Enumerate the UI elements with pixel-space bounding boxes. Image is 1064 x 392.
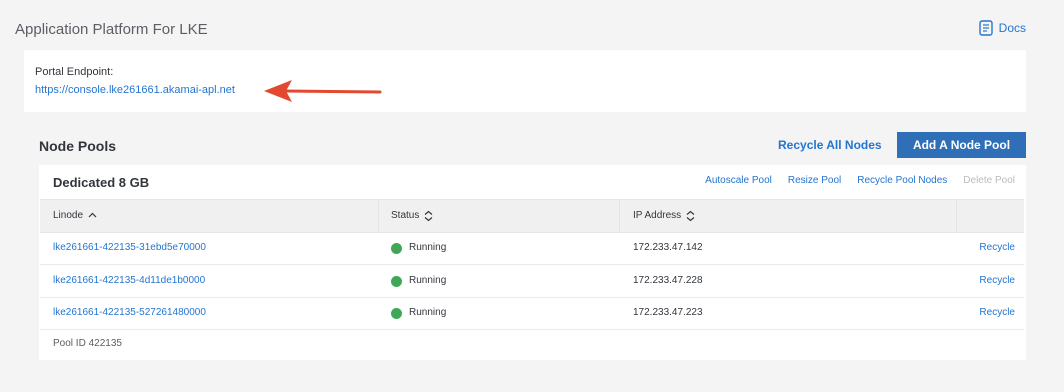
column-header-status[interactable]: Status <box>391 200 433 232</box>
add-node-pool-button[interactable]: Add A Node Pool <box>897 132 1026 158</box>
recycle-node-button[interactable]: Recycle <box>979 232 1015 264</box>
pool-actions: Autoscale Pool Resize Pool Recycle Pool … <box>705 175 1015 186</box>
recycle-all-nodes-button[interactable]: Recycle All Nodes <box>778 138 882 152</box>
status-running-icon <box>391 307 402 319</box>
pool-id: Pool ID 422135 <box>53 338 122 349</box>
status-cell: Running <box>391 297 446 329</box>
docs-link[interactable]: Docs <box>978 20 1026 36</box>
resize-pool-button[interactable]: Resize Pool <box>788 175 841 186</box>
column-divider <box>619 200 620 232</box>
column-header-linode[interactable]: Linode <box>53 200 97 232</box>
table-row: lke261661-422135-4d11de1b0000 Running 17… <box>40 265 1024 298</box>
linode-link[interactable]: lke261661-422135-4d11de1b0000 <box>53 265 205 297</box>
column-label-status: Status <box>391 210 420 221</box>
pool-name: Dedicated 8 GB <box>53 175 150 190</box>
portal-endpoint-link[interactable]: https://console.lke261661.akamai-apl.net <box>35 84 235 96</box>
column-header-ip-address[interactable]: IP Address <box>633 200 695 232</box>
linode-link[interactable]: lke261661-422135-527261480000 <box>53 297 206 329</box>
column-label-linode: Linode <box>53 210 84 221</box>
status-cell: Running <box>391 265 446 297</box>
node-pool-card: Dedicated 8 GB Autoscale Pool Resize Poo… <box>39 165 1026 360</box>
status-text: Running <box>409 275 447 286</box>
node-pools-title: Node Pools <box>39 138 117 154</box>
app-platform-title: Application Platform For LKE <box>15 21 208 38</box>
docs-icon <box>978 20 993 36</box>
annotation-arrow-icon <box>264 80 382 102</box>
recycle-node-button[interactable]: Recycle <box>979 297 1015 329</box>
sort-icon <box>686 210 695 222</box>
column-divider <box>378 200 379 232</box>
autoscale-pool-button[interactable]: Autoscale Pool <box>705 175 772 186</box>
table-row: lke261661-422135-31ebd5e70000 Running 17… <box>40 232 1024 265</box>
status-running-icon <box>391 242 402 254</box>
status-text: Running <box>409 242 447 253</box>
table-row: lke261661-422135-527261480000 Running 17… <box>40 297 1024 330</box>
status-running-icon <box>391 275 402 287</box>
column-divider <box>956 200 957 232</box>
docs-label: Docs <box>998 21 1026 35</box>
recycle-node-button[interactable]: Recycle <box>979 265 1015 297</box>
table-header: Linode Status IP Address <box>40 199 1024 233</box>
status-text: Running <box>409 307 447 318</box>
ip-address: 172.233.47.142 <box>633 242 703 253</box>
delete-pool-button: Delete Pool <box>963 175 1015 186</box>
ip-address: 172.233.47.223 <box>633 307 703 318</box>
column-label-ip-address: IP Address <box>633 210 682 221</box>
status-cell: Running <box>391 232 446 264</box>
linode-link[interactable]: lke261661-422135-31ebd5e70000 <box>53 232 206 264</box>
sort-ascending-icon <box>88 212 97 218</box>
portal-endpoint-panel <box>24 50 1026 112</box>
sort-icon <box>424 210 433 222</box>
recycle-pool-nodes-button[interactable]: Recycle Pool Nodes <box>857 175 947 186</box>
ip-address: 172.233.47.228 <box>633 275 703 286</box>
portal-endpoint-label: Portal Endpoint: <box>35 66 114 78</box>
